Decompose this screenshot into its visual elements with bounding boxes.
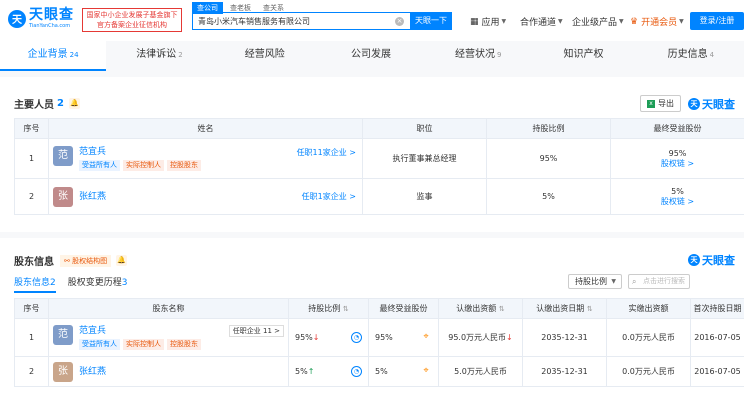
tenure-link[interactable]: 任职1家企业 > [302,191,356,202]
avatar: 范 [53,325,73,345]
person-name-link[interactable]: 张红燕 [79,191,106,203]
trend-down-icon: ↓ [312,333,320,342]
tag-controller: 实际控制人 [123,160,164,171]
brand-watermark: 天天眼查 [688,96,735,112]
sort-icon: ⇅ [342,305,349,313]
divider [0,71,744,77]
sort-select[interactable]: 持股比例 ▼ [568,274,622,289]
penetrate-icon[interactable]: ⌖ [420,331,432,343]
chevron-down-icon: ▼ [679,18,684,25]
logo-domain: TianYanCha.com [29,23,71,29]
grid-icon: ▦ [470,16,479,27]
tab-risk[interactable]: 经营风险 [213,41,319,71]
equity-chain-link[interactable]: 股权链 > [611,196,744,207]
person-name-link[interactable]: 范宜兵 [79,146,201,158]
table-row: 1 范 范宜兵 受益所有人 实际控制人 控股股东 任职11家企业 > 执行董事兼… [14,138,744,179]
search-button[interactable]: 天眼一下 [410,12,452,30]
trend-down-icon: ↓ [506,333,513,342]
tag-beneficiary: 受益所有人 [79,160,120,171]
col-index: 序号 [14,118,49,139]
excel-icon: x [647,99,655,108]
col-paid: 实缴出资额 [606,298,691,319]
tab-background[interactable]: 企业背景 24 [0,41,107,71]
logo-text: 天眼查 [29,7,74,23]
col-sub-date[interactable]: 认缴出资日期 ⇅ [522,298,607,319]
col-index: 序号 [14,298,49,319]
sort-icon: ⇅ [586,305,593,313]
bell-icon[interactable]: 🔔 [68,98,80,109]
table-row: 2 张 张红燕 任职1家企业 > 监事 5% 5% 股权链 > [14,178,744,215]
crown-icon: ♛ [630,16,639,27]
col-name: 姓名 [48,118,363,139]
tab-development[interactable]: 公司发展 [319,41,425,71]
trend-up-icon: ↑ [307,367,315,376]
bell-icon[interactable]: 🔔 [116,255,128,266]
login-button[interactable]: 登录/注册 [690,12,744,30]
section-tabs: 企业背景 24 法律诉讼 2 经营风险 公司发展 经营状况 9 知识产权 历史信息 4 [0,41,744,71]
shareholder-name-link[interactable]: 张红燕 [79,366,106,378]
penetrate-icon[interactable]: ⌖ [420,365,432,377]
col-position: 职位 [362,118,487,139]
tab-legal[interactable]: 法律诉讼 2 [106,41,212,71]
equity-structure-chip[interactable]: ⚯ 股权结构图 [60,254,112,267]
sub-tab-equity-history[interactable]: 股权变更历程3 [68,275,128,293]
logo-icon: 天 [688,98,700,110]
key-personnel-title: 主要人员 2 🔔 [14,98,80,111]
export-button[interactable]: x 导出 [640,95,681,112]
search-icon: ⌕ [632,277,637,286]
nav-apps[interactable]: ▦ 应用 ▼ [470,15,507,29]
nav-vip[interactable]: ♛ 开通会员 ▼ [630,15,684,29]
col-share: 持股比例 [486,118,611,139]
shareholder-sub-tabs: 股东信息2 股权变更历程3 [14,275,128,293]
tag-beneficiary: 受益所有人 [79,339,120,350]
tag-controlling-shareholder: 控股股东 [167,160,201,171]
clear-icon[interactable]: × [395,17,404,26]
key-personnel-table: 序号 姓名 职位 持股比例 最终受益股份 1 范 范宜兵 受益所有人 实际控制人… [14,118,744,215]
avatar: 范 [53,146,73,166]
structure-icon: ⚯ [64,256,73,265]
equity-chain-link[interactable]: 股权链 > [611,158,744,169]
sort-icon: ⇅ [498,305,505,313]
shareholder-search-input[interactable]: ⌕ 点击进行搜索 [628,274,690,289]
brand-watermark: 天天眼查 [688,252,735,268]
col-ultimate: 最终受益股份 [368,298,439,319]
avatar: 张 [53,186,73,207]
col-first-date: 首次持股日期 [690,298,744,319]
nav-channel[interactable]: 合作通道 ▼ [520,15,563,28]
tab-ip[interactable]: 知识产权 [531,41,637,71]
official-slogan: 国家中小企业发展子基金旗下 官方备案企业征信机构 [82,8,182,32]
shareholders-table: 序号 股东名称 持股比例 ⇅ 最终受益股份 认缴出资额 ⇅ 认缴出资日期 ⇅ 实… [14,298,744,387]
chevron-down-icon: ▼ [558,18,563,25]
table-row: 2 张 张红燕 5%↑ ◔ 5% ⌖ 5.0万元人民币 2035-12-31 0… [14,356,744,387]
chevron-down-icon: ▼ [619,18,624,25]
chevron-down-icon: ▼ [501,18,507,25]
search-input[interactable]: 青岛小米汽车销售服务有限公司 × [192,12,410,30]
chevron-down-icon: ▼ [611,278,616,285]
col-shareholder-name: 股东名称 [48,298,289,319]
logo[interactable]: 天 天眼查 TianYanCha.com [8,8,74,29]
tag-controlling-shareholder: 控股股东 [167,339,201,350]
logo-icon: 天 [688,254,700,266]
chart-icon[interactable]: ◔ [351,366,362,377]
shareholder-name-link[interactable]: 范宜兵 [79,325,201,337]
logo-icon: 天 [8,9,26,28]
tag-controller: 实际控制人 [123,339,164,350]
nav-enterprise[interactable]: 企业级产品 ▼ [572,15,624,28]
col-subscribed[interactable]: 认缴出资额 ⇅ [438,298,523,319]
tenure-link[interactable]: 任职11家企业 > [297,147,356,158]
tab-history[interactable]: 历史信息 4 [638,41,744,71]
col-share[interactable]: 持股比例 ⇅ [288,298,369,319]
shareholders-title: 股东信息 ⚯ 股权结构图 🔔 [14,254,128,268]
chart-icon[interactable]: ◔ [351,332,362,343]
col-ultimate: 最终受益股份 [610,118,744,139]
table-row: 1 范 范宜兵 受益所有人 实际控制人 控股股东 任职企业 11 > 95%↓ … [14,318,744,357]
top-header: 天 天眼查 TianYanCha.com 国家中小企业发展子基金旗下 官方备案企… [0,0,744,40]
avatar: 张 [53,361,73,382]
divider [0,232,744,238]
sub-tab-shareholders[interactable]: 股东信息2 [14,275,56,293]
tab-operations[interactable]: 经营状况 9 [425,41,531,71]
tenure-badge[interactable]: 任职企业 11 > [228,325,284,337]
